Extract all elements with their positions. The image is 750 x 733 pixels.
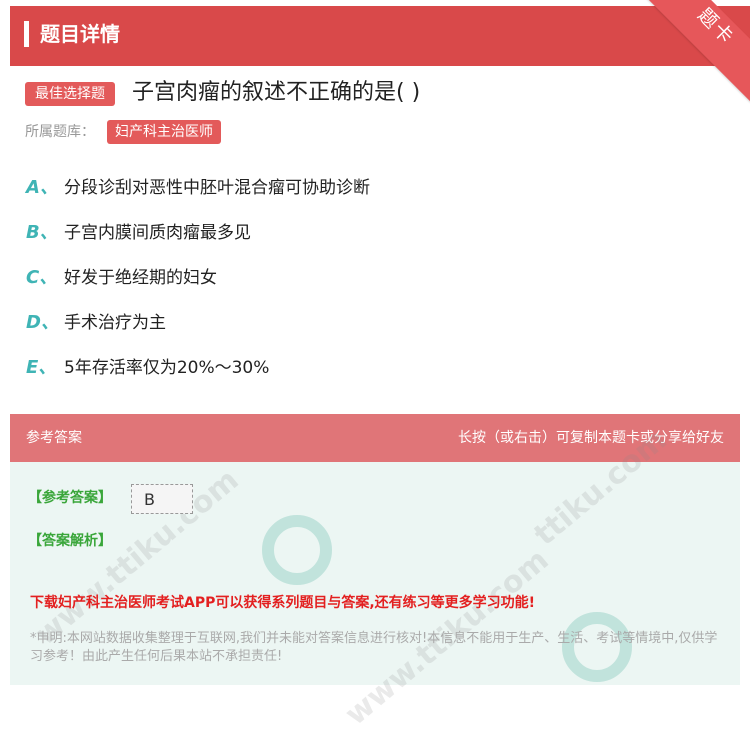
header-bar bbox=[10, 6, 750, 66]
option-b[interactable]: B、 子宫内膜间质肉瘤最多见 bbox=[26, 219, 251, 247]
option-text: 子宫内膜间质肉瘤最多见 bbox=[64, 223, 251, 243]
library-label: 所属题库： bbox=[25, 124, 95, 140]
option-letter: A、 bbox=[26, 177, 58, 198]
answer-analysis-label: 【答案解析】 bbox=[28, 533, 112, 549]
download-promo-link[interactable]: 下载妇产科主治医师考试APP可以获得系列题目与答案,还有练习等更多学习功能! bbox=[30, 593, 535, 613]
option-e[interactable]: E、 5年存活率仅为20%～30% bbox=[26, 354, 269, 382]
option-letter: B、 bbox=[26, 222, 58, 243]
question-type-badge: 最佳选择题 bbox=[25, 82, 115, 106]
option-letter: E、 bbox=[26, 357, 57, 378]
disclaimer-text: *申明:本网站数据收集整理于互联网,我们并未能对答案信息进行核对!本信息不能用于… bbox=[30, 631, 718, 664]
option-c[interactable]: C、 好发于绝经期的妇女 bbox=[26, 264, 217, 292]
answer-key-label: 【参考答案】 bbox=[28, 490, 112, 506]
option-text: 5年存活率仅为20%～30% bbox=[64, 358, 270, 378]
option-text: 手术治疗为主 bbox=[64, 313, 166, 333]
option-text: 分段诊刮对恶性中胚叶混合瘤可协助诊断 bbox=[64, 178, 370, 198]
option-d[interactable]: D、 手术治疗为主 bbox=[26, 309, 166, 337]
page-title: 题目详情 bbox=[40, 22, 120, 46]
library-badge[interactable]: 妇产科主治医师 bbox=[107, 120, 221, 144]
header-accent-bar bbox=[24, 21, 29, 47]
option-letter: C、 bbox=[26, 267, 58, 288]
option-a[interactable]: A、 分段诊刮对恶性中胚叶混合瘤可协助诊断 bbox=[26, 174, 370, 202]
option-text: 好发于绝经期的妇女 bbox=[64, 268, 217, 288]
answer-section-title: 参考答案 bbox=[26, 430, 82, 446]
question-text: 子宫肉瘤的叙述不正确的是( ) bbox=[132, 80, 421, 105]
option-letter: D、 bbox=[26, 312, 59, 333]
answer-key-value: B bbox=[131, 484, 193, 514]
watermark-logo bbox=[262, 515, 332, 585]
copy-hint: 长按（或右击）可复制本题卡或分享给好友 bbox=[458, 430, 724, 446]
